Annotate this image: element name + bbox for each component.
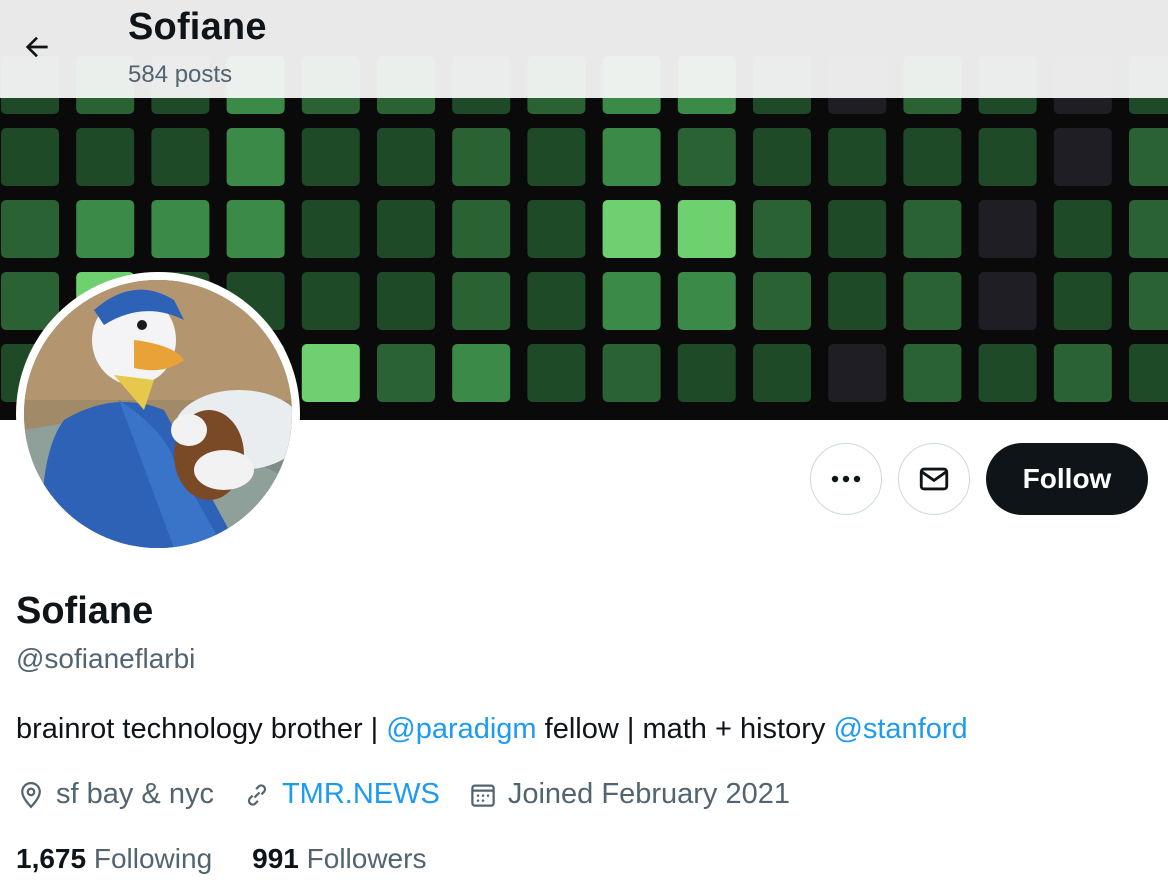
profile-meta: sf bay & nyc TMR.NEWS Joined February 20… bbox=[16, 778, 818, 811]
more-options-button[interactable] bbox=[810, 443, 882, 515]
banner-cell bbox=[301, 272, 360, 330]
location-item: sf bay & nyc bbox=[16, 778, 214, 811]
banner-cell bbox=[753, 200, 811, 258]
banner-cell bbox=[76, 128, 135, 186]
banner-cell bbox=[301, 344, 360, 402]
banner-cell bbox=[602, 200, 661, 258]
banner-cell bbox=[151, 128, 210, 186]
banner-cell bbox=[978, 200, 1037, 258]
banner-cell bbox=[828, 272, 887, 330]
banner-cell bbox=[677, 200, 736, 258]
website-link[interactable]: TMR.NEWS bbox=[282, 778, 440, 811]
banner-cell bbox=[903, 200, 962, 258]
banner-cell bbox=[602, 128, 661, 186]
more-horizontal-icon bbox=[831, 475, 861, 483]
banner-cell bbox=[1053, 128, 1112, 186]
banner-cell bbox=[527, 128, 586, 186]
message-button[interactable] bbox=[898, 443, 970, 515]
banner-cell bbox=[527, 272, 586, 330]
back-button[interactable] bbox=[14, 24, 60, 70]
banner-cell bbox=[903, 344, 962, 402]
banner-cell bbox=[1053, 344, 1112, 402]
header-title: Sofiane bbox=[128, 6, 267, 48]
header-posts-count: 584 posts bbox=[128, 61, 233, 88]
profile-name: Sofiane bbox=[16, 590, 154, 632]
banner-cell bbox=[903, 272, 962, 330]
banner-cell bbox=[677, 272, 736, 330]
banner-cell bbox=[828, 344, 887, 402]
banner-cell bbox=[1053, 200, 1112, 258]
banner-cell bbox=[377, 128, 435, 186]
banner-cell bbox=[903, 128, 962, 186]
followers-label: Followers bbox=[306, 843, 427, 874]
profile-header-bar: Sofiane 584 posts bbox=[0, 0, 1168, 98]
bio-mention-stanford[interactable]: @stanford bbox=[833, 713, 967, 745]
banner-cell bbox=[226, 200, 285, 258]
follow-button[interactable]: Follow bbox=[986, 443, 1148, 515]
follow-stats: 1,675 Following 991 Followers bbox=[16, 843, 466, 875]
followers-count: 991 bbox=[252, 843, 299, 874]
bio-text: fellow | math + history bbox=[536, 713, 834, 745]
banner-cell bbox=[76, 200, 135, 258]
banner-cell bbox=[978, 272, 1037, 330]
joined-item: Joined February 2021 bbox=[468, 778, 790, 811]
envelope-icon bbox=[919, 467, 949, 491]
banner-cell bbox=[452, 128, 511, 186]
banner-cell bbox=[828, 200, 887, 258]
banner-cell bbox=[602, 344, 661, 402]
bio-text: brainrot technology brother | bbox=[16, 713, 387, 745]
banner-cell bbox=[753, 272, 811, 330]
banner-cell bbox=[452, 272, 511, 330]
banner-cell bbox=[452, 200, 511, 258]
banner-cell bbox=[301, 200, 360, 258]
banner-cell bbox=[828, 128, 887, 186]
banner-cell bbox=[377, 200, 435, 258]
banner-cell bbox=[677, 344, 736, 402]
website-item: TMR.NEWS bbox=[242, 778, 440, 811]
banner-cell bbox=[1, 200, 59, 258]
banner-cell bbox=[753, 128, 811, 186]
following-label: Following bbox=[93, 843, 213, 874]
banner-cell bbox=[527, 200, 586, 258]
banner-cell bbox=[602, 272, 661, 330]
arrow-left-icon bbox=[25, 36, 48, 58]
avatar[interactable] bbox=[16, 272, 300, 556]
banner-cell bbox=[978, 128, 1037, 186]
banner-cell bbox=[978, 344, 1037, 402]
location-pin-icon bbox=[21, 781, 41, 808]
banner-cell bbox=[1129, 344, 1168, 402]
following-count: 1,675 bbox=[16, 843, 87, 874]
banner-cell bbox=[377, 272, 435, 330]
banner-cell bbox=[301, 128, 360, 186]
banner-cell bbox=[226, 128, 285, 186]
bio-mention-paradigm[interactable]: @paradigm bbox=[386, 713, 536, 745]
banner-cell bbox=[753, 344, 811, 402]
banner-cell bbox=[1, 128, 59, 186]
banner-cell bbox=[527, 344, 586, 402]
calendar-icon bbox=[471, 784, 495, 807]
banner-cell bbox=[452, 344, 511, 402]
banner-cell bbox=[677, 128, 736, 186]
avatar-image bbox=[24, 280, 292, 548]
banner-cell bbox=[1053, 272, 1112, 330]
joined-text: Joined February 2021 bbox=[507, 778, 790, 810]
location-text: sf bay & nyc bbox=[56, 778, 214, 810]
profile-bio: brainrot technology brother | @paradigm … bbox=[16, 713, 968, 746]
link-icon bbox=[247, 783, 267, 806]
profile-handle: @sofianeflarbi bbox=[16, 643, 196, 674]
following-link[interactable]: 1,675 Following bbox=[16, 843, 212, 875]
banner-cell bbox=[151, 200, 210, 258]
banner-cell bbox=[1129, 128, 1168, 186]
banner-cell bbox=[377, 344, 435, 402]
banner-cell bbox=[1129, 200, 1168, 258]
followers-link[interactable]: 991 Followers bbox=[252, 843, 426, 875]
banner-cell bbox=[1129, 272, 1168, 330]
